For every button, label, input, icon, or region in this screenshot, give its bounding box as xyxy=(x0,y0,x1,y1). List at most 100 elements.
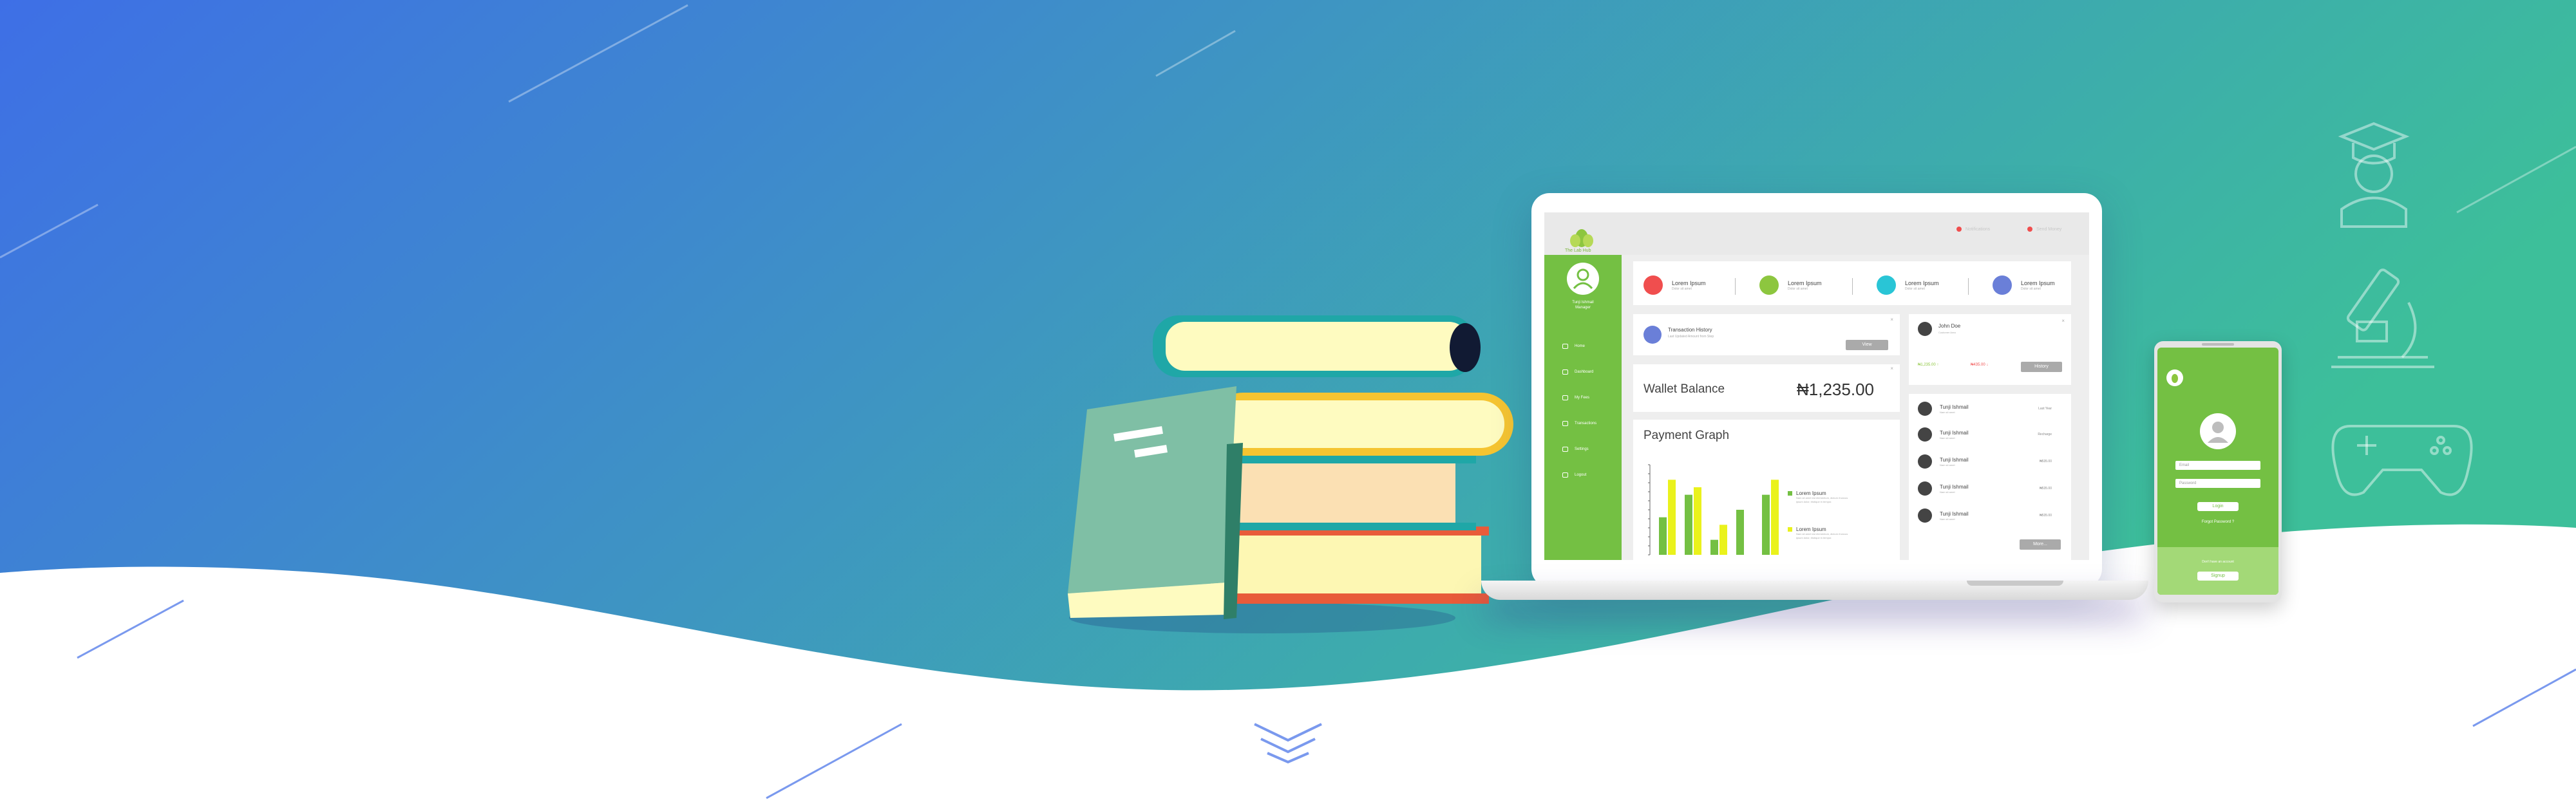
phone-frame: Email Password Login Forgot Password ? D… xyxy=(2154,341,2282,602)
gear-icon xyxy=(1562,447,1568,452)
list-item[interactable]: Tunji Ishmail Nam sit amet ₦535.00 xyxy=(1918,481,2052,496)
send-money-icon xyxy=(2027,227,2032,232)
no-account-text: Don't have an account xyxy=(2202,560,2234,564)
sidebar-item-logout[interactable]: Logout xyxy=(1562,472,1586,478)
logout-icon xyxy=(1562,472,1568,478)
chart-bar xyxy=(1694,487,1701,555)
avatar[interactable] xyxy=(1918,322,1932,336)
sidebar-item-home[interactable]: Home xyxy=(1562,344,1585,349)
transaction-history-card: Transaction History Last Updated Amount … xyxy=(1633,314,1900,355)
chart-bar xyxy=(1710,539,1718,555)
divider xyxy=(1735,278,1736,295)
forgot-password-link[interactable]: Forgot Password ? xyxy=(2157,520,2278,524)
transaction-icon xyxy=(1643,326,1662,344)
email-field[interactable]: Email xyxy=(2175,461,2260,470)
user-icon xyxy=(1573,268,1593,290)
app-logo-icon xyxy=(1570,229,1593,247)
chart-bar xyxy=(1685,494,1692,555)
wallet-amount: ₦1,235.00 xyxy=(1797,380,1874,399)
list-item[interactable]: Tunji Ishmail Nam sit amet Last Year xyxy=(1918,402,2052,416)
close-icon[interactable]: × xyxy=(1890,317,1893,322)
stat-dot-icon xyxy=(1759,275,1779,295)
avatar xyxy=(1918,454,1932,469)
chart-bar xyxy=(1659,517,1667,555)
avatar xyxy=(2200,413,2236,449)
arrow-up-icon: ↑ xyxy=(1937,363,1939,367)
profile-name: John Doe xyxy=(1938,323,1961,329)
dashboard-topbar: The Lab Hub Notifications Send Money xyxy=(1544,212,2089,255)
stat-dot-icon xyxy=(1877,275,1896,295)
dashboard-icon xyxy=(1562,369,1568,375)
sidebar-user-name: Tunji Ishmail xyxy=(1572,301,1594,304)
hero-banner: The Lab Hub Notifications Send Money Tun… xyxy=(0,0,2576,802)
stat-dot-icon xyxy=(1993,275,2012,295)
list-item[interactable]: Tunji Ishmail Nam sit amet ₦535.00 xyxy=(1918,454,2052,469)
transactions-icon xyxy=(1562,421,1568,426)
avatar xyxy=(1918,481,1932,496)
payment-graph-card: Payment Graph Lorem Ipsum Nam sit amet e… xyxy=(1633,420,1900,560)
phone-login-screen: Email Password Login Forgot Password ? D… xyxy=(2157,348,2278,595)
stat-dot-icon xyxy=(1643,275,1663,295)
wallet-balance-card: Wallet Balance ₦1,235.00 × xyxy=(1633,364,1900,412)
profile-subtitle: Customer Area xyxy=(1938,331,1956,334)
more-button[interactable]: More... xyxy=(2020,539,2061,550)
dashboard-sidebar: Tunji Ishmail Manager Home Dashboard My … xyxy=(1544,255,1622,560)
transaction-title: Transaction History xyxy=(1668,327,1712,333)
stat-item[interactable]: Lorem Ipsum Dolor sit amet xyxy=(1993,275,2055,295)
avatar xyxy=(1918,402,1932,416)
divider xyxy=(1852,278,1853,295)
view-button[interactable]: View xyxy=(1846,340,1888,350)
sidebar-item-settings[interactable]: Settings xyxy=(1562,447,1589,452)
signup-button[interactable]: Signup xyxy=(2197,572,2239,581)
close-icon[interactable]: × xyxy=(2061,318,2065,324)
phone-signup-area: Don't have an account Signup xyxy=(2157,547,2278,595)
list-item[interactable]: Tunji Ishmail Nam sit amet ₦535.00 xyxy=(1918,508,2052,523)
dashboard-screen: The Lab Hub Notifications Send Money Tun… xyxy=(1544,212,2089,560)
transaction-subtitle: Last Updated Amount from Step xyxy=(1668,335,1714,339)
avatar[interactable] xyxy=(1567,263,1599,295)
users-list-card: Tunji Ishmail Nam sit amet Last Year Tunji… xyxy=(1909,394,2071,560)
chart-bar xyxy=(1771,480,1779,555)
stat-item[interactable]: Lorem Ipsum Dolor sit amet xyxy=(1759,275,1822,295)
credit-amount: ₦1,235.00 ↑ xyxy=(1918,363,1939,367)
legend-item: Lorem Ipsum Nam sit amet est elementum, … xyxy=(1788,490,1854,504)
home-icon xyxy=(1562,344,1568,349)
arrow-down-icon: ↓ xyxy=(1986,363,1989,367)
avatar xyxy=(1918,427,1932,442)
legend-swatch xyxy=(1788,491,1792,496)
stats-card: Lorem Ipsum Dolor sit amet Lorem Ipsum Dol… xyxy=(1633,261,2071,305)
legend-swatch xyxy=(1788,527,1792,532)
sidebar-item-dashboard[interactable]: Dashboard xyxy=(1562,369,1593,375)
sidebar-user-info: Tunji Ishmail Manager xyxy=(1544,300,1622,310)
app-logo-text: The Lab Hub xyxy=(1565,248,1591,253)
notifications-link[interactable]: Notifications xyxy=(1956,227,1990,232)
laptop-notch xyxy=(1967,581,2063,586)
chart-bar xyxy=(1668,480,1676,555)
app-logo-icon xyxy=(2166,369,2183,386)
password-field[interactable]: Password xyxy=(2175,479,2260,488)
user-icon xyxy=(2208,422,2228,443)
sidebar-user-role: Manager xyxy=(1575,306,1591,310)
chart-bar xyxy=(1762,494,1770,555)
close-icon[interactable]: × xyxy=(1890,366,1893,371)
legend-item: Lorem Ipsum Nam sit amet est elementum, … xyxy=(1788,527,1854,540)
wallet-label: Wallet Balance xyxy=(1643,382,1725,396)
sidebar-item-transactions[interactable]: Transactions xyxy=(1562,421,1596,426)
chart-bar xyxy=(1736,510,1744,555)
sidebar-item-fees[interactable]: My Fees xyxy=(1562,395,1589,400)
profile-card: John Doe Customer Area × ₦1,235.00 ↑ ₦43… xyxy=(1909,314,2071,385)
login-button[interactable]: Login xyxy=(2197,502,2239,511)
chart-bar xyxy=(1719,525,1727,555)
stat-item[interactable]: Lorem Ipsum Dolor sit amet xyxy=(1877,275,1939,295)
stat-item[interactable]: Lorem Ipsum Dolor sit amet xyxy=(1643,275,1706,295)
history-button[interactable]: History xyxy=(2021,362,2062,372)
phone-speaker xyxy=(2202,343,2234,346)
fees-icon xyxy=(1562,395,1568,400)
send-money-link[interactable]: Send Money xyxy=(2027,227,2061,232)
notification-icon xyxy=(1956,227,1962,232)
list-item[interactable]: Tunji Ishmail Nam sit amet Recharge xyxy=(1918,427,2052,442)
debit-amount: ₦435.00 ↓ xyxy=(1971,363,1989,367)
divider xyxy=(1968,278,1969,295)
payment-bar-chart xyxy=(1648,464,1779,555)
graph-title: Payment Graph xyxy=(1643,429,1730,442)
